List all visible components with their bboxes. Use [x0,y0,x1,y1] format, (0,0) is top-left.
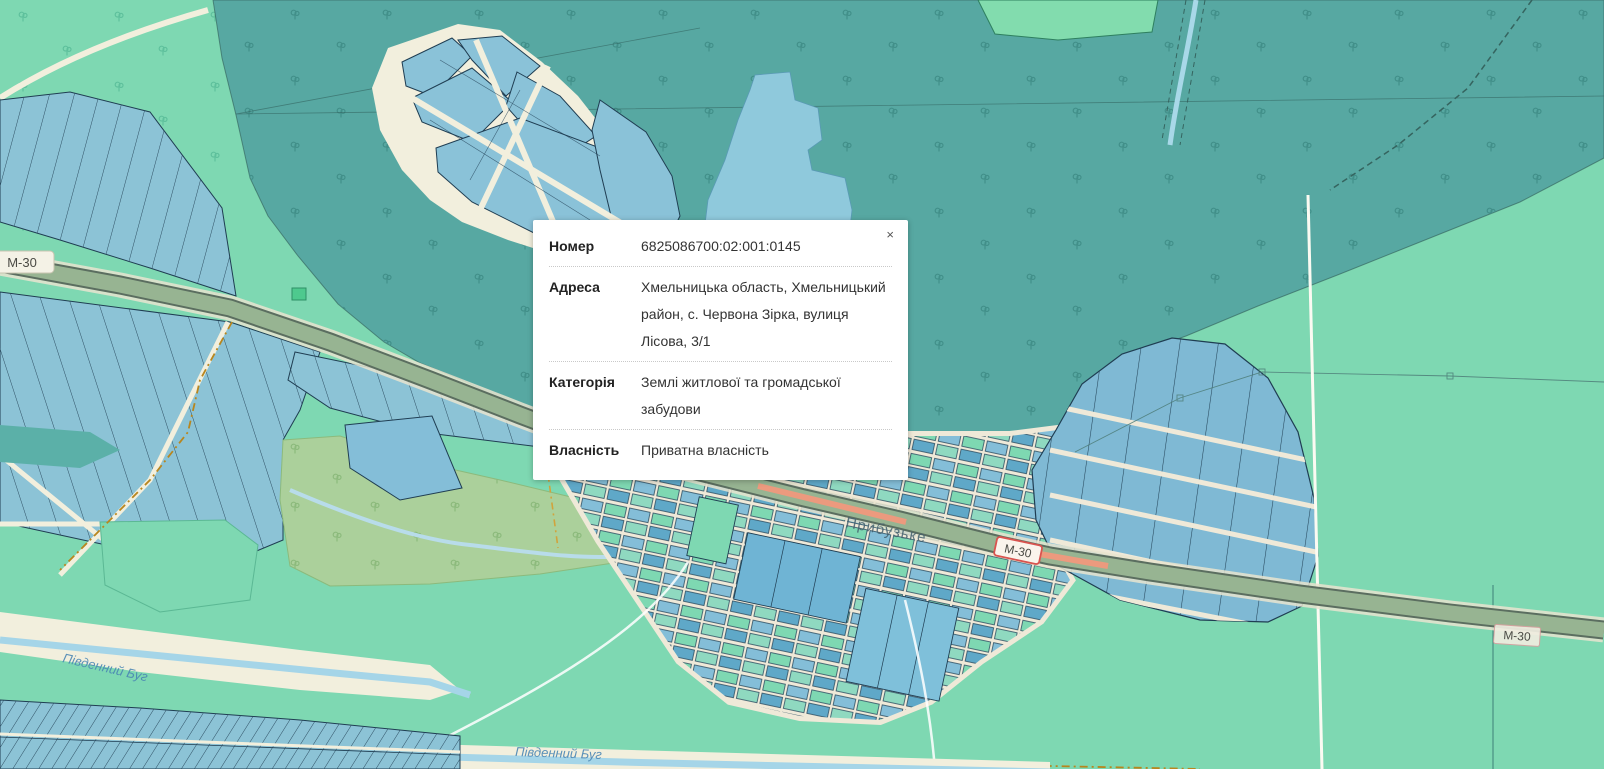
highway-shield-right: М-30 [1493,624,1540,646]
field-label: Власність [549,437,641,464]
ownership-value: Приватна власність [641,437,892,464]
svg-text:М-30: М-30 [1503,628,1532,644]
popup-row-category: Категорія Землі житлової та громадської … [549,362,892,430]
address-value: Хмельницька область, Хмельницький район,… [641,274,892,355]
field-label: Номер [549,233,641,260]
field-label: Категорія [549,369,641,423]
parcel-info-popup: × Номер 6825086700:02:001:0145 Адреса Хм… [533,220,908,480]
field-label: Адреса [549,274,641,355]
river-name-label-2: Південний Буг [515,744,603,762]
small-pond [292,288,306,300]
cadastral-map-app: М-30 М-30 М-30 Прибузьке Південний Буг П… [0,0,1604,769]
popup-row-number: Номер 6825086700:02:001:0145 [549,226,892,267]
forest-clearing[interactable] [978,0,1158,40]
cadastral-number-value: 6825086700:02:001:0145 [641,233,892,260]
highway-shield-left: М-30 [0,251,54,273]
popup-row-address: Адреса Хмельницька область, Хмельницький… [549,267,892,362]
popup-row-ownership: Власність Приватна власність [549,430,892,470]
popup-close-button[interactable]: × [882,224,898,245]
category-value: Землі житлової та громадської забудови [641,369,892,423]
svg-text:М-30: М-30 [7,255,37,270]
